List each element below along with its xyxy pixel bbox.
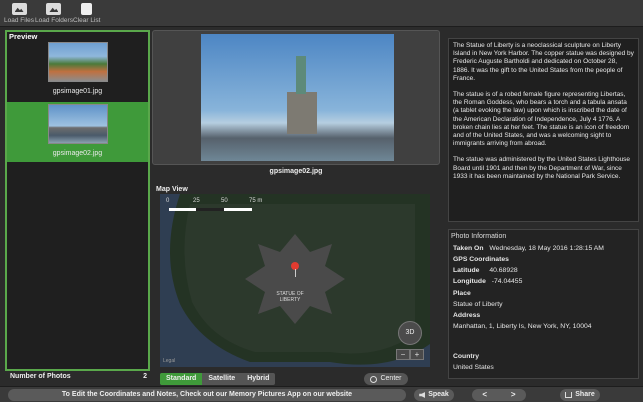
scale-label: 0 [166, 198, 170, 204]
bottom-bar: To Edit the Coordinates and Notes, Check… [0, 386, 643, 402]
speaker-icon [419, 392, 426, 398]
load-folders-label: Load Folders [35, 17, 73, 24]
share-button[interactable]: Share [560, 389, 600, 401]
country-label: Country [453, 353, 480, 360]
photo-info-panel: Photo Information Taken On Wednesday, 18… [448, 229, 639, 379]
3d-toggle-button[interactable]: 3D [398, 321, 422, 345]
map-type-standard[interactable]: Standard [160, 373, 203, 385]
thumbnail-image [47, 42, 108, 82]
thumbnail-caption: gpsimage01.jpg [52, 88, 103, 95]
scale-label: 75 m [249, 198, 263, 204]
preview-panel: Preview gpsimage01.jpg gpsimage02.jpg [5, 30, 150, 371]
statue-figure [296, 56, 306, 94]
latitude-value: 40.68928 [489, 267, 518, 274]
address-value: Manhattan, 1, Liberty Is, New York, NY, … [453, 323, 592, 330]
thumbnail-item-selected[interactable]: gpsimage02.jpg [7, 102, 148, 162]
place-label: Place [453, 290, 471, 297]
longitude-value: -74.04455 [491, 278, 523, 285]
preview-title: Preview [9, 32, 38, 41]
map-type-selector: Standard Satellite Hybrid [160, 373, 276, 385]
folder-image-icon [46, 3, 62, 15]
map-type-hybrid[interactable]: Hybrid [241, 373, 275, 385]
photo-info-title: Photo Information [451, 233, 507, 240]
speak-button[interactable]: Speak [414, 389, 454, 401]
zoom-out-button[interactable]: − [396, 349, 410, 360]
map-title: Map View [156, 186, 188, 193]
location-icon [370, 375, 378, 383]
latitude-label: Latitude [453, 267, 480, 274]
speak-label: Speak [428, 391, 449, 398]
address-heading: Address [453, 312, 484, 319]
latitude-row: Latitude 40.68928 [453, 267, 518, 274]
map-place-label-line2: LIBERTY [279, 297, 301, 303]
promo-button[interactable]: To Edit the Coordinates and Notes, Check… [8, 389, 406, 401]
prev-next-control: < > [472, 389, 526, 401]
description-paragraph: The statue is of a robed female figure r… [453, 91, 630, 148]
share-icon [565, 392, 573, 398]
map-type-satellite[interactable]: Satellite [202, 373, 241, 385]
taken-on-row: Taken On Wednesday, 18 May 2016 1:28:15 … [453, 245, 604, 252]
center-label: Center [380, 375, 402, 382]
country-heading: Country [453, 353, 483, 360]
description-text[interactable]: The Statue of Liberty is a neoclassical … [448, 38, 639, 222]
image-icon [11, 3, 27, 15]
map-place-label: STATUE OF LIBERTY [270, 291, 310, 303]
map-legal-link[interactable]: Legal [163, 358, 175, 364]
place-heading: Place [453, 290, 475, 297]
main-photo [201, 34, 394, 161]
thumbnail-item[interactable]: gpsimage01.jpg [7, 42, 148, 100]
load-files-button[interactable]: Load Files [4, 3, 34, 25]
photo-count-row: Number of Photos 2 [10, 373, 150, 380]
thumbnail-image [47, 104, 108, 144]
longitude-row: Longitude -74.04455 [453, 278, 522, 285]
longitude-label: Longitude [453, 278, 486, 285]
photo-count-label: Number of Photos [10, 373, 71, 380]
scale-label: 25 [193, 198, 200, 204]
map-island-shape [160, 194, 430, 367]
statue-pedestal [287, 92, 317, 134]
previous-button[interactable]: < [472, 389, 498, 401]
taken-on-value: Wednesday, 18 May 2016 1:28:15 AM [489, 245, 604, 252]
center-button[interactable]: Center [364, 373, 408, 385]
thumbnail-caption: gpsimage02.jpg [52, 150, 103, 157]
document-icon [81, 3, 93, 15]
clear-list-label: Clear List [73, 17, 101, 24]
gps-label: GPS Coordinates [453, 256, 509, 263]
photo-caption: gpsimage02.jpg [269, 168, 323, 175]
map-view[interactable]: 0 25 50 75 m STATUE OF LIBERTY 3D − + Le… [160, 194, 430, 367]
description-paragraph: The Statue of Liberty is a neoclassical … [453, 42, 634, 82]
main-photo-frame [152, 30, 440, 165]
clear-list-button[interactable]: Clear List [73, 3, 100, 25]
photo-count-value: 2 [143, 373, 147, 380]
load-folders-button[interactable]: Load Folders [35, 3, 73, 25]
scale-label: 50 [221, 198, 228, 204]
load-files-label: Load Files [4, 17, 34, 24]
gps-heading: GPS Coordinates [453, 256, 513, 263]
zoom-control: − + [396, 349, 424, 360]
place-value: Statue of Liberty [453, 301, 503, 308]
description-paragraph: The statue was administered by the Unite… [453, 156, 631, 180]
taken-on-label: Taken On [453, 245, 484, 252]
country-value: United States [453, 364, 494, 371]
share-label: Share [575, 391, 595, 398]
map-pin-stem [294, 269, 296, 277]
next-button[interactable]: > [501, 389, 527, 401]
address-label: Address [453, 312, 481, 319]
toolbar: Load Files Load Folders Clear List [0, 0, 643, 27]
scale-bar [169, 208, 252, 211]
zoom-in-button[interactable]: + [410, 349, 424, 360]
